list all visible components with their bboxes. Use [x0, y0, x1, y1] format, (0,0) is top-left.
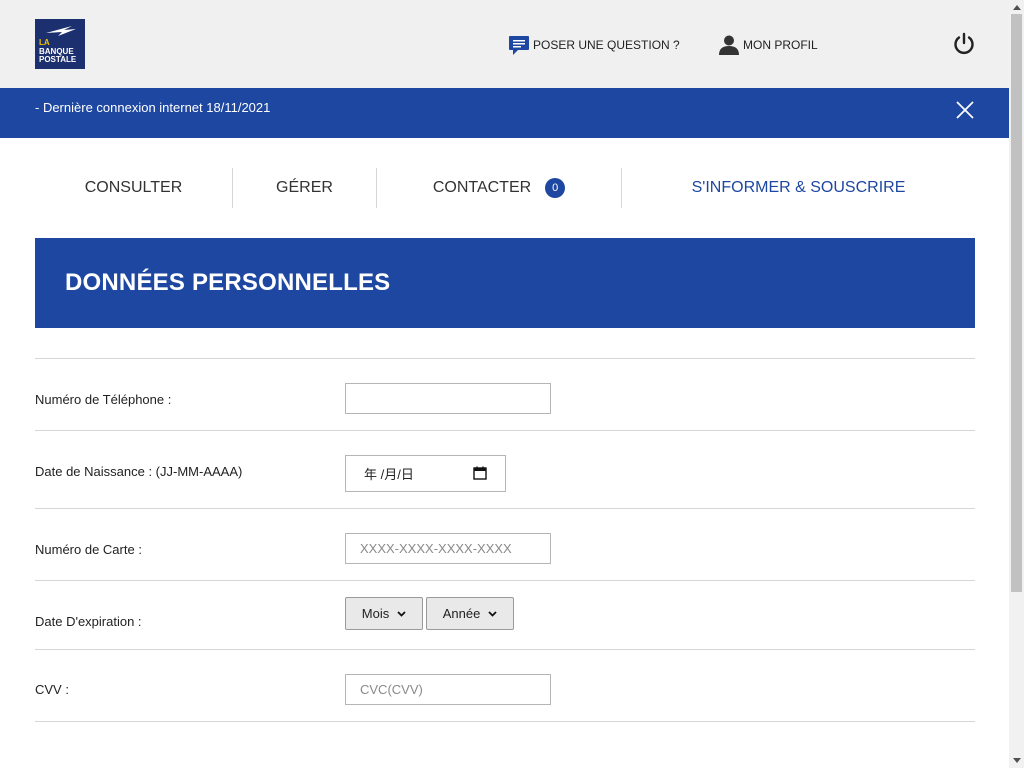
section-title-block: DONNÉES PERSONNELLES: [35, 238, 975, 328]
form-divider: [35, 580, 975, 581]
phone-label: Numéro de Téléphone :: [35, 392, 172, 407]
scroll-up-arrow-icon[interactable]: [1011, 2, 1022, 12]
nav-informer-souscrire-label: S'INFORMER & SOUSCRIRE: [691, 179, 906, 196]
expiry-year-select[interactable]: Année: [426, 597, 514, 630]
card-number-input[interactable]: XXXX-XXXX-XXXX-XXXX: [345, 533, 551, 564]
user-icon: [719, 35, 739, 55]
close-icon: [956, 101, 974, 119]
card-number-label: Numéro de Carte :: [35, 542, 142, 557]
ask-question-label: POSER UNE QUESTION ?: [533, 38, 680, 52]
nav-gerer-label: GÉRER: [276, 179, 333, 196]
scrollbar-thumb[interactable]: [1011, 14, 1022, 592]
expiry-year-value: Année: [442, 606, 481, 621]
page-title: DONNÉES PERSONNELLES: [65, 269, 391, 296]
bank-logo[interactable]: LA BANQUE POSTALE: [35, 19, 85, 69]
chevron-down-icon: [488, 610, 497, 617]
nav-informer-souscrire[interactable]: S'INFORMER & SOUSCRIRE: [622, 168, 975, 208]
close-banner-button[interactable]: [955, 100, 975, 125]
chat-bubble-icon: [509, 35, 529, 55]
birth-date-label: Date de Naissance : (JJ-MM-AAAA): [35, 464, 243, 479]
cvv-label: CVV :: [35, 682, 69, 697]
power-icon: [954, 32, 974, 55]
nav-consulter-label: CONSULTER: [84, 179, 183, 196]
phone-input[interactable]: [345, 383, 551, 414]
ask-question-link[interactable]: POSER UNE QUESTION ?: [509, 35, 680, 55]
nav-gerer[interactable]: GÉRER: [233, 168, 376, 208]
expiry-month-value: Mois: [361, 606, 390, 621]
scroll-down-arrow-icon[interactable]: [1011, 755, 1022, 765]
nav-contacter-label: CONTACTER: [432, 179, 532, 196]
logo-line-3: POSTALE: [39, 55, 77, 64]
top-header: LA BANQUE POSTALE POSER UNE QUESTION ? M…: [0, 0, 1009, 88]
profile-label: MON PROFIL: [743, 38, 818, 52]
logo-text: LA BANQUE POSTALE: [39, 38, 77, 65]
calendar-icon[interactable]: [473, 466, 487, 483]
expiry-month-select[interactable]: Mois: [345, 597, 423, 630]
nav-contacter[interactable]: CONTACTER 0: [377, 168, 621, 208]
main-navigation: CONSULTER GÉRER CONTACTER 0 S'INFORMER &…: [35, 168, 975, 208]
messages-count-badge: 0: [545, 178, 566, 198]
profile-link[interactable]: MON PROFIL: [719, 35, 818, 55]
chevron-down-icon: [397, 610, 406, 617]
form-divider: [35, 721, 975, 722]
form-divider: [35, 649, 975, 650]
cvv-input[interactable]: CVC(CVV): [345, 674, 551, 705]
birth-date-value: 年 /月/日: [364, 467, 414, 482]
bird-logo-icon: [46, 26, 76, 36]
form-divider: [35, 358, 975, 359]
logout-button[interactable]: [952, 32, 976, 61]
expiry-date-label: Date D'expiration :: [35, 614, 142, 629]
nav-consulter[interactable]: CONSULTER: [35, 168, 232, 208]
form-divider: [35, 508, 975, 509]
last-login-banner: - Dernière connexion internet 18/11/2021: [0, 88, 1009, 138]
last-login-text: - Dernière connexion internet 18/11/2021: [35, 100, 271, 115]
birth-date-input[interactable]: 年 /月/日: [345, 455, 506, 492]
form-divider: [35, 430, 975, 431]
